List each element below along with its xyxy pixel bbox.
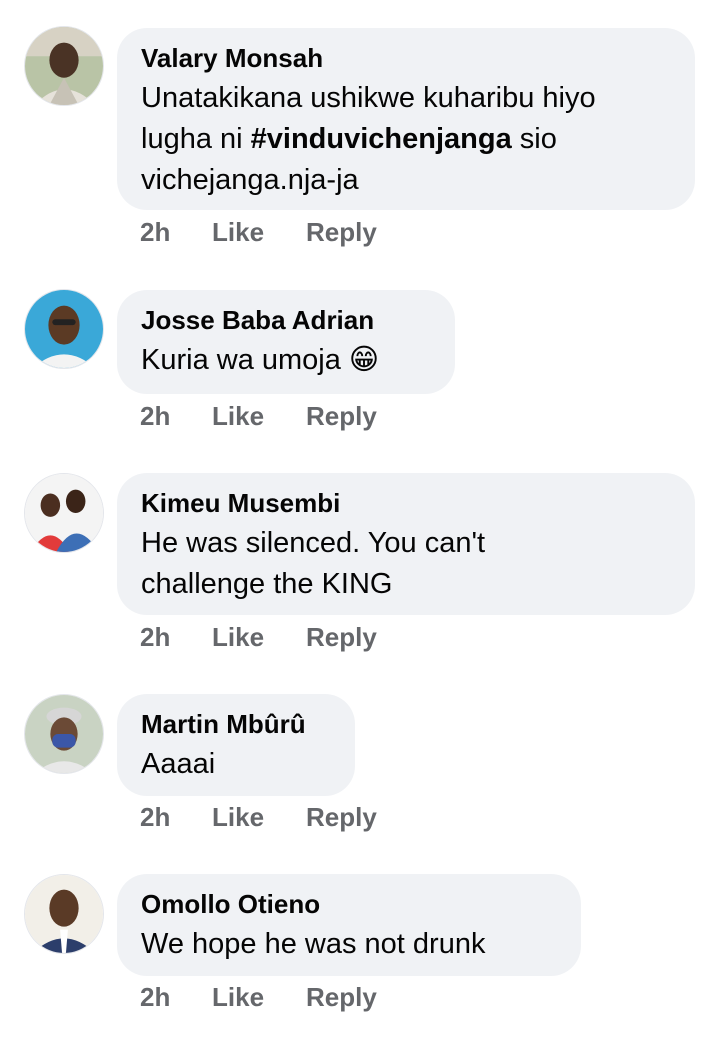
profile-photo-icon: [25, 875, 103, 953]
avatar-icon[interactable]: [24, 473, 104, 553]
comment-text: Unatakikana ushikwe kuharibu hiyo lugha …: [141, 78, 671, 201]
comment-bubble: Kimeu Musembi He was silenced. You can't…: [117, 473, 695, 615]
comment-timestamp[interactable]: 2h: [140, 800, 212, 834]
profile-photo-icon: [25, 27, 103, 105]
reply-button[interactable]: Reply: [306, 980, 377, 1014]
comment-bubble: Martin Mbûrû Aaaai: [117, 694, 355, 796]
profile-photo-icon: [25, 290, 103, 368]
like-button[interactable]: Like: [212, 399, 306, 433]
comment-author[interactable]: Martin Mbûrû: [141, 708, 331, 740]
avatar-icon[interactable]: [24, 874, 104, 954]
comment-actions: 2h Like Reply: [140, 215, 377, 249]
comment-text: Aaaai: [141, 748, 216, 780]
comment-actions: 2h Like Reply: [140, 399, 377, 433]
comment-bubble: Omollo Otieno We hope he was not drunk: [117, 874, 581, 976]
avatar-icon[interactable]: [24, 289, 104, 369]
avatar-icon[interactable]: [24, 694, 104, 774]
comment-timestamp[interactable]: 2h: [140, 620, 212, 654]
hashtag-link[interactable]: #vinduvichenjanga: [251, 123, 512, 155]
comment-text: Kuria wa umoja 😁: [141, 344, 380, 376]
comment-text: He was silenced. You can't challenge the…: [141, 527, 486, 600]
reply-button[interactable]: Reply: [306, 800, 377, 834]
comment-actions: 2h Like Reply: [140, 800, 377, 834]
avatar-icon[interactable]: [24, 26, 104, 106]
like-button[interactable]: Like: [212, 800, 306, 834]
comment-text: We hope he was not drunk: [141, 928, 486, 960]
reply-button[interactable]: Reply: [306, 399, 377, 433]
comment-author[interactable]: Josse Baba Adrian: [141, 304, 431, 336]
comment-timestamp[interactable]: 2h: [140, 215, 212, 249]
reply-button[interactable]: Reply: [306, 620, 377, 654]
comment-author[interactable]: Omollo Otieno: [141, 888, 557, 920]
profile-photo-icon: [25, 695, 103, 773]
comment-actions: 2h Like Reply: [140, 980, 377, 1014]
comment-bubble: Josse Baba Adrian Kuria wa umoja 😁: [117, 290, 455, 394]
like-button[interactable]: Like: [212, 980, 306, 1014]
comment-author[interactable]: Kimeu Musembi: [141, 487, 671, 519]
comment-timestamp[interactable]: 2h: [140, 399, 212, 433]
comment-actions: 2h Like Reply: [140, 620, 377, 654]
comment-timestamp[interactable]: 2h: [140, 980, 212, 1014]
comment-bubble: Valary Monsah Unatakikana ushikwe kuhari…: [117, 28, 695, 210]
like-button[interactable]: Like: [212, 620, 306, 654]
like-button[interactable]: Like: [212, 215, 306, 249]
reply-button[interactable]: Reply: [306, 215, 377, 249]
comment-author[interactable]: Valary Monsah: [141, 42, 671, 74]
profile-photo-icon: [25, 474, 103, 552]
